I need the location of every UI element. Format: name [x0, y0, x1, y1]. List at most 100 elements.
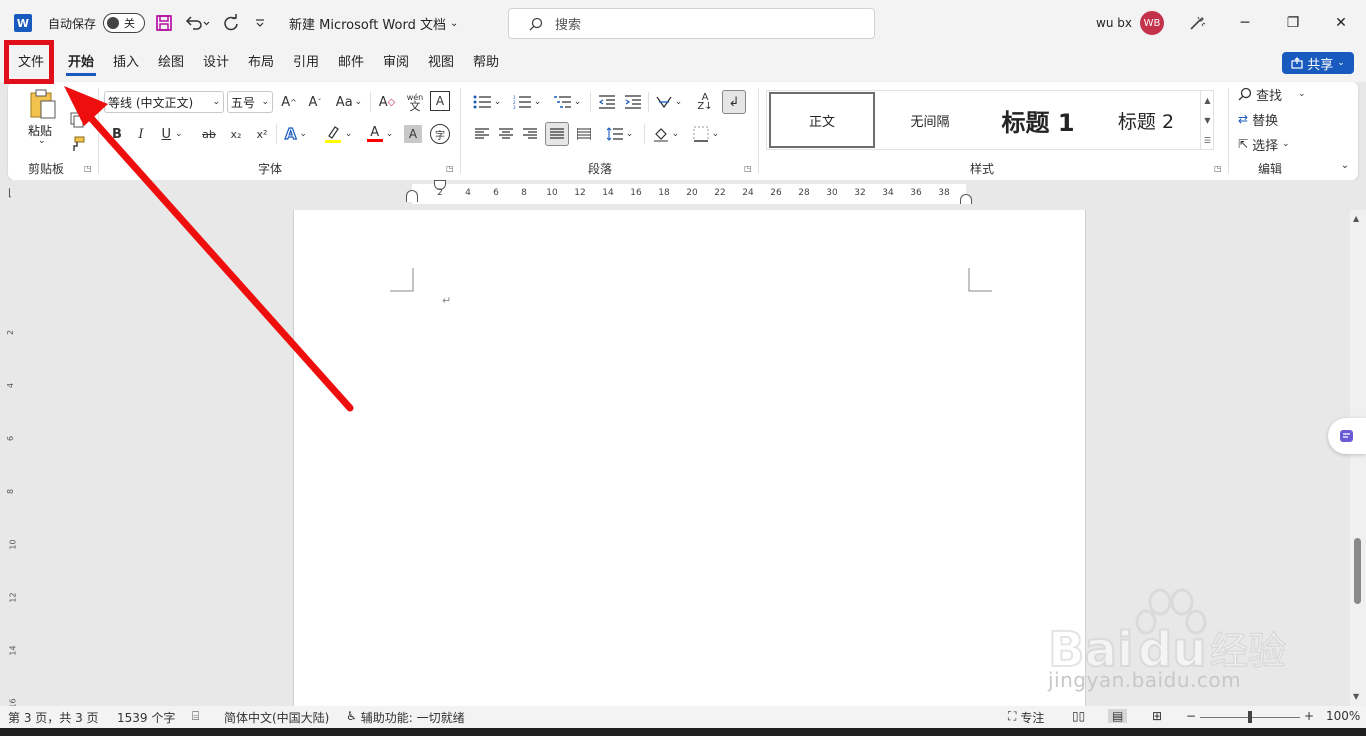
phonetic-guide-icon[interactable]: wén 文: [404, 89, 426, 115]
document-title[interactable]: 新建 Microsoft Word 文档 ⌄: [289, 0, 458, 46]
tab-mailings[interactable]: 邮件: [336, 54, 366, 76]
paste-button[interactable]: 粘贴 ⌄: [22, 86, 62, 150]
restore-button[interactable]: ❐: [1270, 0, 1316, 46]
right-indent-marker[interactable]: [960, 194, 972, 204]
select-button[interactable]: ⇱ 选择 ⌄: [1238, 134, 1290, 154]
undo-icon[interactable]: [184, 0, 210, 46]
increase-indent-icon[interactable]: [622, 91, 644, 113]
distributed-icon[interactable]: [574, 123, 594, 145]
search-box[interactable]: 搜索: [508, 8, 875, 39]
character-shading-icon[interactable]: A: [404, 125, 422, 143]
line-spacing-button[interactable]: ⌄: [602, 123, 638, 145]
proofing-icon[interactable]: ⌸: [192, 709, 199, 724]
justify-icon[interactable]: [545, 122, 569, 146]
dialog-launcher-icon[interactable]: ◳: [744, 164, 752, 173]
align-center-icon[interactable]: [496, 123, 516, 145]
zoom-slider-thumb[interactable]: [1248, 711, 1252, 723]
show-marks-icon[interactable]: ↲: [722, 90, 746, 114]
share-button[interactable]: 共享 ⌄: [1282, 52, 1354, 74]
accessibility-status[interactable]: ♿ 辅助功能: 一切就绪: [346, 709, 465, 726]
close-button[interactable]: ✕: [1318, 0, 1364, 46]
vertical-ruler[interactable]: 24681012141618: [6, 210, 22, 709]
redo-icon[interactable]: [222, 0, 240, 46]
numbering-button[interactable]: 1 2 3 ⌄: [510, 91, 544, 113]
style-normal[interactable]: 正文: [769, 92, 875, 148]
text-effects-button[interactable]: A ⌄: [280, 123, 312, 145]
asian-layout-button[interactable]: ⌄: [652, 91, 686, 113]
highlight-button[interactable]: ⌄: [320, 123, 356, 145]
superscript-button[interactable]: x²: [252, 123, 272, 145]
left-indent-marker[interactable]: [406, 190, 418, 202]
tab-draw[interactable]: 绘图: [156, 54, 186, 76]
tab-layout[interactable]: 布局: [246, 54, 276, 76]
style-heading-2[interactable]: 标题 2: [1093, 92, 1199, 148]
dialog-launcher-icon[interactable]: ◳: [446, 164, 454, 173]
designer-icon[interactable]: [1188, 0, 1206, 46]
style-heading-1[interactable]: 标题 1: [985, 92, 1091, 148]
borders-button[interactable]: ⌄: [688, 123, 724, 145]
word-count[interactable]: 1539 个字: [117, 709, 175, 726]
font-size-dropdown[interactable]: 五号 ⌄: [227, 91, 273, 113]
shrink-font-button[interactable]: Aˇ: [304, 91, 326, 113]
more-styles-icon[interactable]: ☰: [1204, 136, 1211, 145]
underline-button[interactable]: U ⌄: [158, 123, 186, 145]
tab-view[interactable]: 视图: [426, 54, 456, 76]
zoom-level[interactable]: 100%: [1326, 709, 1360, 723]
document-page[interactable]: ↵: [293, 210, 1086, 706]
vertical-scrollbar[interactable]: ▲ ▼: [1350, 210, 1366, 706]
dialog-launcher-icon[interactable]: ◳: [84, 164, 92, 173]
character-border-icon[interactable]: A: [430, 91, 450, 111]
minimize-button[interactable]: ─: [1222, 0, 1268, 46]
clear-format-icon[interactable]: A ◇: [376, 91, 398, 113]
align-left-icon[interactable]: [472, 123, 492, 145]
copilot-icon[interactable]: [1328, 418, 1366, 454]
strikethrough-button[interactable]: ab: [198, 123, 220, 145]
enclose-characters-icon[interactable]: 字: [430, 124, 450, 144]
zoom-out-button[interactable]: −: [1186, 709, 1196, 723]
read-mode-icon[interactable]: ▯▯: [1072, 709, 1085, 723]
dialog-launcher-icon[interactable]: ◳: [1214, 164, 1222, 173]
align-right-icon[interactable]: [520, 123, 540, 145]
print-layout-icon[interactable]: ▤: [1108, 709, 1128, 723]
scroll-down-icon[interactable]: ▼: [1353, 692, 1359, 701]
web-layout-icon[interactable]: ⊞: [1152, 709, 1162, 723]
focus-button[interactable]: ⛶ 专注: [1008, 709, 1044, 726]
horizontal-ruler[interactable]: 2 4 6 8 10 12 14 16 18 20 22 24 26 28 30 32 34 36 38: [406, 180, 972, 204]
bullets-button[interactable]: ⌄: [470, 91, 504, 113]
tab-design[interactable]: 设计: [201, 54, 231, 76]
zoom-slider[interactable]: [1200, 711, 1300, 723]
tab-review[interactable]: 审阅: [381, 54, 411, 76]
grow-font-button[interactable]: A ^: [278, 91, 300, 113]
avatar[interactable]: WB: [1140, 0, 1164, 46]
scroll-up-icon[interactable]: ▲: [1204, 96, 1210, 105]
font-color-button[interactable]: A ⌄: [362, 123, 398, 145]
cut-icon[interactable]: ✂: [68, 86, 86, 106]
collapse-ribbon-icon[interactable]: ⌄: [1338, 158, 1352, 172]
scroll-up-icon[interactable]: ▲: [1353, 214, 1359, 223]
find-button[interactable]: 查找 ⌄: [1238, 84, 1306, 104]
username[interactable]: wu bx: [1096, 0, 1132, 46]
page-count[interactable]: 第 3 页，共 3 页: [8, 709, 99, 726]
italic-button[interactable]: I: [132, 123, 150, 145]
tab-help[interactable]: 帮助: [471, 54, 501, 76]
tab-selector-icon[interactable]: ⌊: [8, 188, 12, 199]
sort-icon[interactable]: A Z↓: [694, 91, 716, 113]
multilevel-list-button[interactable]: ⌄: [550, 91, 584, 113]
change-case-button[interactable]: Aa ⌄: [332, 91, 366, 113]
scroll-down-icon[interactable]: ▼: [1204, 116, 1210, 125]
zoom-in-button[interactable]: +: [1304, 709, 1314, 723]
language[interactable]: 简体中文(中国大陆): [224, 709, 329, 726]
font-name-dropdown[interactable]: 等线 (中文正文) ⌄: [104, 91, 224, 113]
tab-home[interactable]: 开始: [66, 54, 97, 76]
tab-references[interactable]: 引用: [291, 54, 321, 76]
styles-scroll[interactable]: ▲ ▼ ☰: [1200, 90, 1214, 150]
customize-toolbar-icon[interactable]: [254, 0, 266, 46]
bold-button[interactable]: B: [108, 123, 126, 145]
format-painter-icon[interactable]: [68, 134, 86, 154]
scrollbar-thumb[interactable]: [1354, 538, 1361, 604]
style-no-spacing[interactable]: 无间隔: [877, 92, 983, 148]
replace-button[interactable]: ⇄ 替换: [1238, 109, 1278, 129]
copy-icon[interactable]: [68, 110, 86, 130]
subscript-button[interactable]: x₂: [226, 123, 246, 145]
decrease-indent-icon[interactable]: [596, 91, 618, 113]
